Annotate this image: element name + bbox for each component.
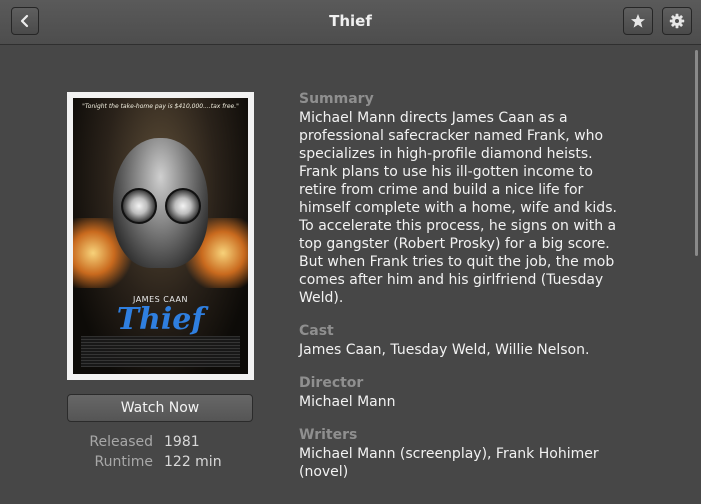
favorite-button[interactable] (623, 7, 653, 35)
watch-now-button[interactable]: Watch Now (67, 394, 253, 422)
poster-figure (113, 138, 208, 268)
details-panel: Summary Michael Mann directs James Caan … (299, 89, 634, 481)
cast-label: Cast (299, 323, 334, 339)
poster-tagline: "Tonight the take-home pay is $410,000..… (82, 103, 239, 110)
scrollbar[interactable] (695, 50, 698, 256)
back-button[interactable] (11, 7, 39, 35)
poster-goggle-left (121, 188, 157, 224)
released-value: 1981 (164, 434, 200, 450)
runtime-label: Runtime (94, 454, 153, 470)
header-bar: Thief (0, 0, 701, 45)
poster-logo: Thief (116, 302, 205, 337)
summary-label: Summary (299, 91, 374, 107)
runtime-row: Runtime 122 min (0, 454, 260, 474)
settings-button[interactable] (662, 7, 692, 35)
movie-poster: "Tonight the take-home pay is $410,000..… (73, 98, 248, 374)
gear-icon (669, 13, 685, 29)
poster-goggle-right (165, 188, 201, 224)
cast-text: James Caan, Tuesday Weld, Willie Nelson. (299, 342, 590, 358)
writers-text: Michael Mann (screenplay), Frank Hohimer… (299, 446, 599, 480)
director-text: Michael Mann (299, 394, 396, 410)
poster-frame: "Tonight the take-home pay is $410,000..… (67, 92, 254, 380)
released-row: Released 1981 (0, 434, 260, 454)
summary-text: Michael Mann directs James Caan as a pro… (299, 110, 617, 306)
window-title: Thief (329, 12, 372, 30)
poster-credits-block (81, 336, 240, 367)
released-label: Released (89, 434, 153, 450)
director-label: Director (299, 375, 364, 391)
go-back-icon (20, 14, 29, 28)
star-icon (631, 14, 645, 28)
writers-label: Writers (299, 427, 358, 443)
runtime-value: 122 min (164, 454, 222, 470)
